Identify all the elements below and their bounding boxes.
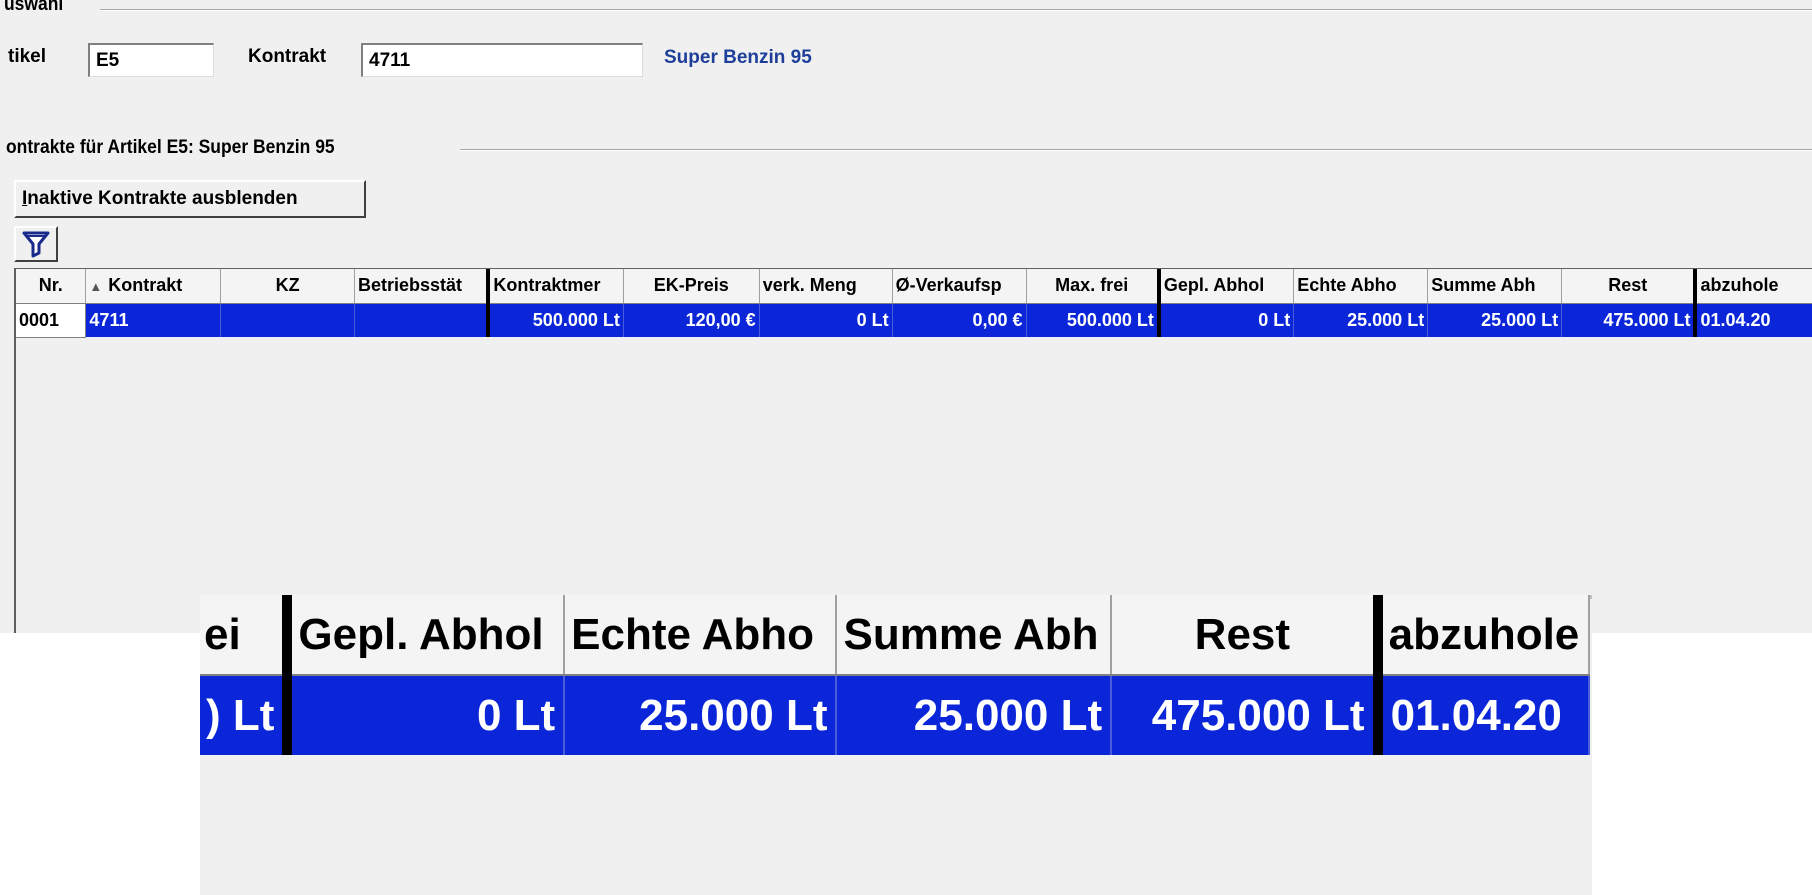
- gepl-abhol-cell: 0 Lt: [1158, 303, 1295, 337]
- max-frei-cell: 500.000 Lt: [1026, 303, 1161, 337]
- selection-frame-title: uswahl: [4, 0, 73, 16]
- rest-cell: 475.000 Lt: [1561, 303, 1698, 337]
- zoomed-header-echte-abhol: Echte Abho: [564, 595, 838, 676]
- contracts-frame-title: ontrakte für Artikel E5: Super Benzin 95: [6, 137, 344, 159]
- row-number-cell: 0001: [16, 303, 87, 338]
- zoomed-abzuholen-cell: 01.04.20: [1377, 675, 1591, 755]
- contracts-grid[interactable]: Nr. ▲ Kontrakt KZ Betriebsstät Kontraktme…: [14, 268, 1812, 633]
- zoomed-table: ei Gepl. Abhol Echte Abho Summe Abh Rest…: [200, 595, 1591, 755]
- verkaufspreis-cell: 0,00 €: [892, 303, 1027, 337]
- kontrakt-cell: 4711: [85, 303, 222, 337]
- zoomed-header-row: ei Gepl. Abhol Echte Abho Summe Abh Rest…: [200, 595, 1591, 676]
- button-label: naktive Kontrakte ausblenden: [27, 188, 298, 209]
- column-header-kontrakt[interactable]: ▲ Kontrakt: [85, 269, 222, 304]
- funnel-icon: [22, 231, 50, 258]
- column-header-nr[interactable]: Nr.: [16, 269, 87, 304]
- filter-button[interactable]: [14, 226, 58, 262]
- contracts-frame-border: [460, 149, 1812, 151]
- zoomed-echte-abhol-cell: 25.000 Lt: [564, 675, 838, 755]
- article-label: tikel: [8, 46, 47, 67]
- column-header-verk-menge[interactable]: verk. Meng: [759, 269, 893, 304]
- table-header-row: Nr. ▲ Kontrakt KZ Betriebsstät Kontraktme…: [16, 269, 1812, 304]
- column-header-kontrakt-label: Kontrakt: [108, 275, 183, 296]
- column-header-gepl-abhol[interactable]: Gepl. Abhol: [1158, 269, 1295, 304]
- sort-ascending-icon: ▲: [89, 279, 103, 295]
- summe-abhol-cell: 25.000 Lt: [1427, 303, 1563, 337]
- column-header-betriebsstaette[interactable]: Betriebsstät: [354, 269, 491, 304]
- contract-input[interactable]: 4711: [361, 43, 643, 77]
- betriebsstaette-cell: [354, 303, 491, 337]
- hide-inactive-contracts-button[interactable]: Inaktive Kontrakte ausblenden: [14, 180, 366, 218]
- column-header-summe-abhol[interactable]: Summe Abh: [1427, 269, 1563, 304]
- column-header-verkaufspreis[interactable]: Ø-Verkaufsp: [892, 269, 1027, 304]
- verk-menge-cell: 0 Lt: [759, 303, 893, 337]
- column-header-max-frei[interactable]: Max. frei: [1026, 269, 1161, 304]
- contract-label: Kontrakt: [248, 46, 327, 67]
- zoomed-gepl-abhol-cell: 0 Lt: [287, 675, 566, 755]
- zoomed-header-gepl-abhol: Gepl. Abhol: [287, 595, 566, 676]
- ek-preis-cell: 120,00 €: [623, 303, 760, 337]
- column-header-abzuholen[interactable]: abzuhole: [1695, 269, 1812, 304]
- zoomed-row: ) Lt 0 Lt 25.000 Lt 25.000 Lt 475.000 Lt…: [200, 675, 1591, 755]
- zoomed-max-frei-cell: ) Lt: [200, 675, 293, 755]
- column-header-ek-preis[interactable]: EK-Preis: [623, 269, 760, 304]
- zoomed-header-max-frei: ei: [200, 595, 293, 676]
- kz-cell: [220, 303, 355, 337]
- article-name-text: Super Benzin 95: [664, 47, 812, 68]
- column-header-rest[interactable]: Rest: [1561, 269, 1698, 304]
- column-header-kontraktmenge[interactable]: Kontraktmer: [488, 269, 624, 304]
- zoomed-summe-abhol-cell: 25.000 Lt: [836, 675, 1113, 755]
- article-input[interactable]: E5: [88, 43, 214, 77]
- zoomed-rest-cell: 475.000 Lt: [1111, 675, 1383, 755]
- table-row[interactable]: 0001 4711 500.000 Lt 120,00 € 0 Lt 0,00 …: [16, 303, 1812, 338]
- kontraktmenge-cell: 500.000 Lt: [488, 303, 624, 337]
- contract-window: uswahl tikel E5 Kontrakt 4711 Super Benz…: [0, 0, 1812, 633]
- zoomed-header-summe-abhol: Summe Abh: [836, 595, 1113, 676]
- abzuholen-cell: 01.04.20: [1695, 303, 1812, 337]
- zoomed-header-rest: Rest: [1111, 595, 1383, 676]
- column-header-kz[interactable]: KZ: [220, 269, 355, 304]
- zoomed-grid-inset: ei Gepl. Abhol Echte Abho Summe Abh Rest…: [200, 595, 1592, 895]
- contracts-table: Nr. ▲ Kontrakt KZ Betriebsstät Kontraktme…: [16, 269, 1812, 338]
- zoomed-header-abzuholen: abzuhole: [1377, 595, 1591, 676]
- echte-abhol-cell: 25.000 Lt: [1293, 303, 1429, 337]
- column-header-echte-abhol[interactable]: Echte Abho: [1293, 269, 1429, 304]
- selection-frame-border: [100, 9, 1812, 11]
